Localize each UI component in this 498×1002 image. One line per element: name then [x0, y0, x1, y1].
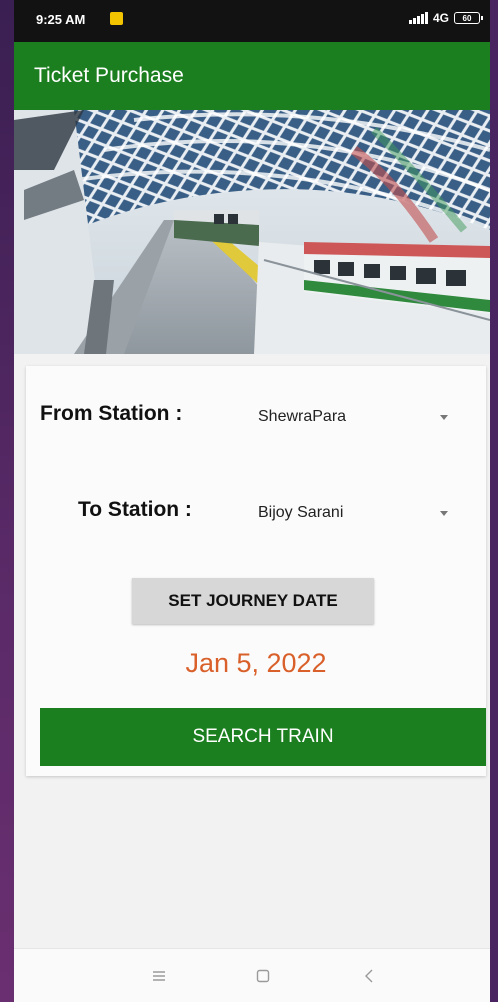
journey-date: Jan 5, 2022	[185, 648, 327, 678]
battery-icon: 60	[454, 12, 483, 24]
search-train-button[interactable]: SEARCH TRAIN	[40, 708, 486, 766]
from-station-spinner[interactable]: ShewraPara	[246, 400, 476, 434]
phone-screen: 9:25 AM 4G 60 Ticket Purchase From Stati…	[14, 0, 490, 1002]
signal-icon	[408, 12, 428, 24]
caret-down-icon	[440, 511, 448, 516]
to-station-value: Bijoy Sarani	[258, 504, 344, 521]
metro-station-illustration	[14, 110, 490, 354]
status-bar: 9:25 AM 4G 60	[14, 0, 490, 42]
device-frame-left	[0, 0, 14, 1002]
status-time: 9:25 AM	[36, 12, 86, 27]
battery-level: 60	[462, 13, 472, 23]
from-station-value: ShewraPara	[258, 408, 347, 425]
device-frame-right	[490, 0, 498, 1002]
from-station-label: From Station :	[40, 402, 183, 425]
app-title: Ticket Purchase	[34, 64, 184, 87]
app-bar: Ticket Purchase	[14, 42, 490, 110]
menu-icon[interactable]	[144, 963, 174, 989]
navigation-bar	[14, 948, 490, 1002]
set-journey-date-button[interactable]: SET JOURNEY DATE	[132, 578, 374, 624]
to-station-spinner[interactable]: Bijoy Sarani	[246, 496, 476, 530]
metro-station-image	[14, 110, 490, 354]
gallery-icon	[110, 12, 123, 25]
status-indicators: 4G 60	[408, 11, 483, 25]
to-station-label: To Station :	[78, 498, 192, 521]
ticket-form-card: From Station : ShewraPara To Station : B…	[26, 366, 486, 776]
back-chevron-icon[interactable]	[354, 963, 384, 989]
caret-down-icon	[440, 415, 448, 420]
network-type: 4G	[432, 11, 449, 25]
home-square-icon[interactable]	[248, 963, 278, 989]
